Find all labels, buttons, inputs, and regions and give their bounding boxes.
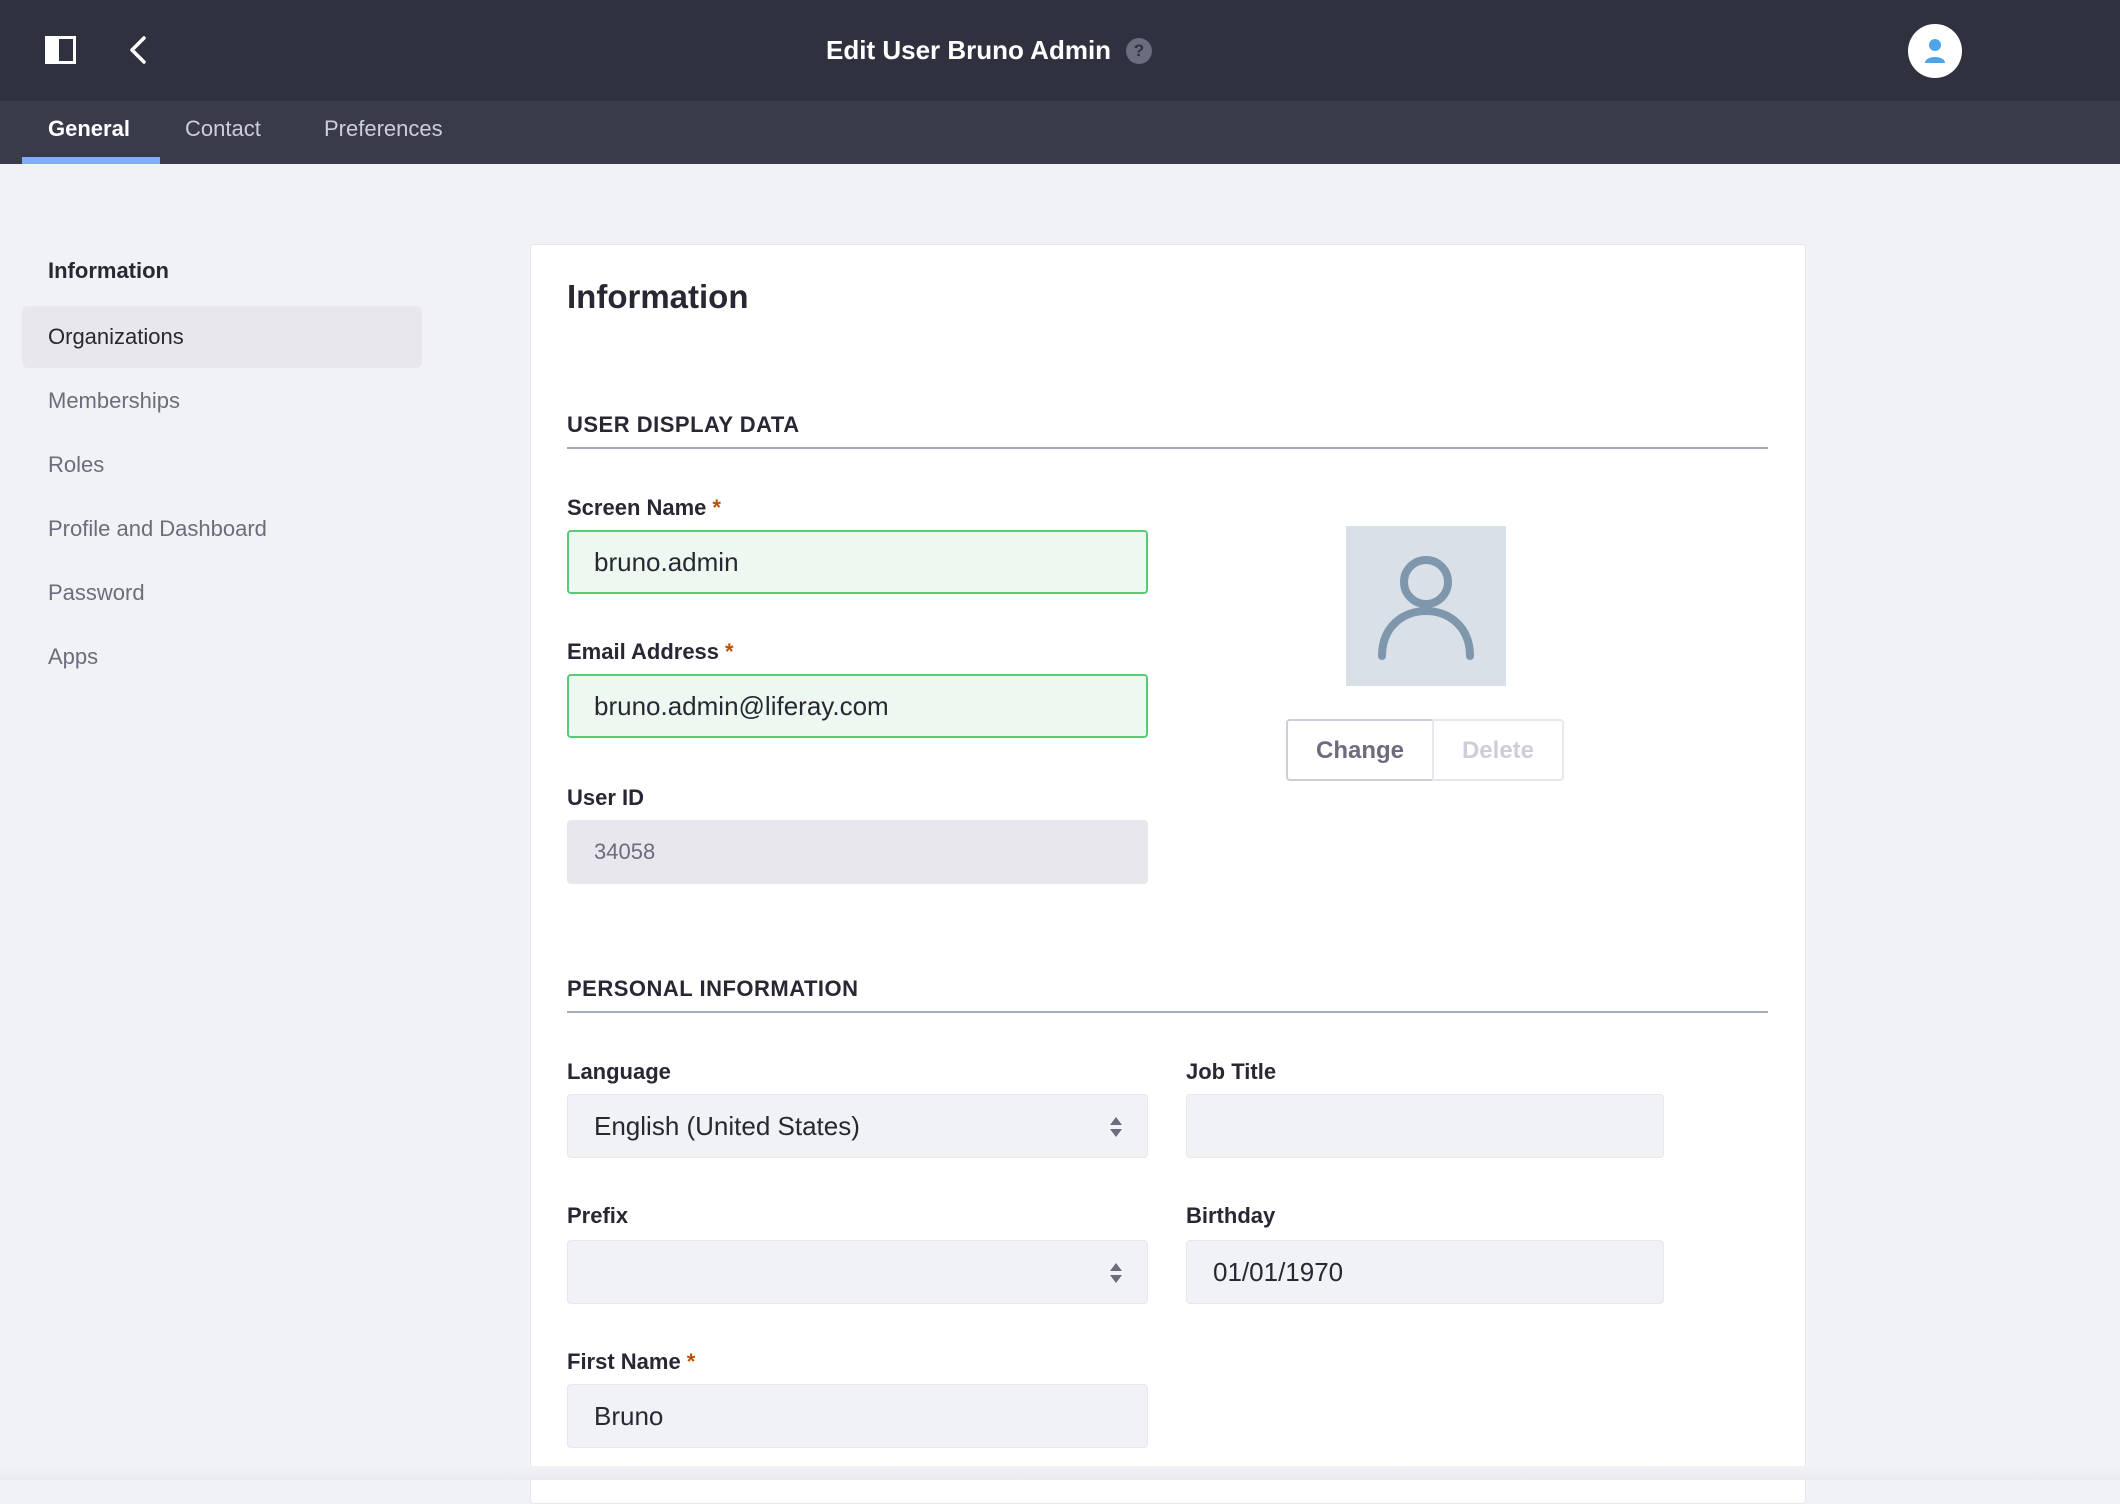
back-chevron-icon[interactable] [122,30,156,70]
required-mark: * [725,639,734,664]
prefix-label: Prefix [567,1203,629,1228]
panel-toggle-icon[interactable] [45,36,76,64]
screen-name-input[interactable]: bruno.admin [567,530,1148,594]
select-arrows-icon [1110,1263,1122,1283]
first-name-label-text: First Name [567,1349,681,1374]
top-header: Edit User Bruno Admin ? [0,0,2120,101]
select-arrows-icon [1110,1117,1122,1137]
sidenav-item-organizations[interactable]: Organizations [22,306,422,368]
sidenav-title: Information [48,258,169,283]
language-select-value: English (United States) [594,1111,860,1141]
user-avatar-icon[interactable] [1908,24,1962,78]
tab-preferences[interactable]: Preferences [324,101,443,164]
section-title-user-display-data: USER DISPLAY DATA [567,412,800,437]
sidenav-item-roles[interactable]: Roles [22,434,422,496]
screen-name-label-text: Screen Name [567,495,707,520]
user-portrait [1346,526,1506,686]
language-select[interactable]: English (United States) [567,1094,1148,1158]
first-name-label: First Name * [567,1349,695,1375]
required-mark: * [686,1349,696,1374]
birthday-label: Birthday [1186,1203,1276,1228]
tab-bar: General Contact Preferences [0,101,2120,164]
job-title-input[interactable] [1186,1094,1664,1158]
sidenav-item-profile-and-dashboard[interactable]: Profile and Dashboard [22,498,422,560]
tab-contact[interactable]: Contact [185,101,261,164]
screen-name-label: Screen Name * [567,495,721,521]
help-icon[interactable]: ? [1126,38,1152,64]
section-divider [567,1011,1768,1013]
email-address-label-text: Email Address [567,639,720,664]
tab-general[interactable]: General [48,101,130,164]
bottom-scroll-shadow [0,1466,2120,1480]
first-name-input[interactable]: Bruno [567,1384,1148,1448]
card-title: Information [567,278,749,315]
user-id-field: 34058 [567,820,1148,884]
section-divider [567,447,1768,449]
page-title: Edit User Bruno Admin [826,35,1112,65]
change-portrait-button[interactable]: Change [1286,719,1434,781]
required-mark: * [712,495,721,520]
email-address-label: Email Address * [567,639,734,665]
birthday-input[interactable]: 01/01/1970 [1186,1240,1664,1304]
email-address-input[interactable]: bruno.admin@liferay.com [567,674,1148,738]
user-silhouette-icon [1378,556,1474,660]
sidenav-item-password[interactable]: Password [22,562,422,624]
sidenav-item-memberships[interactable]: Memberships [22,370,422,432]
sidenav-item-apps[interactable]: Apps [22,626,422,688]
delete-portrait-button[interactable]: Delete [1432,719,1564,781]
job-title-label: Job Title [1186,1059,1277,1084]
active-tab-indicator [22,157,160,164]
prefix-select[interactable] [567,1240,1148,1304]
user-id-label: User ID [567,785,645,810]
language-label: Language [567,1059,671,1084]
section-title-personal-information: PERSONAL INFORMATION [567,976,859,1001]
